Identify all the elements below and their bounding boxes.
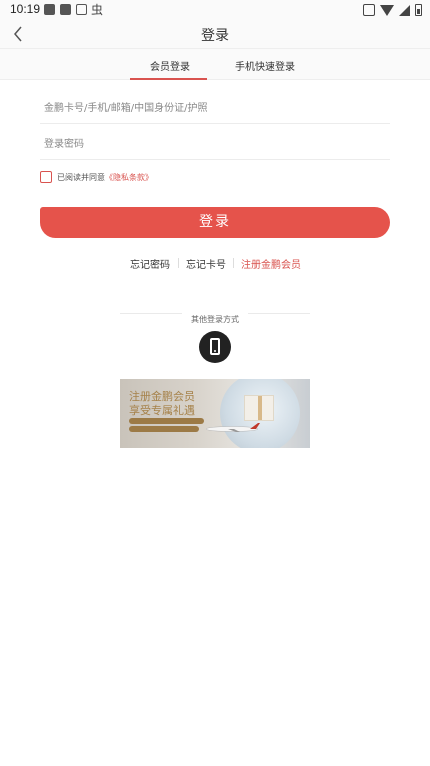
status-time: 10:19 <box>10 2 41 16</box>
divider <box>233 258 234 268</box>
forgot-password-link[interactable]: 忘记密码 <box>130 256 170 271</box>
phone-login-button[interactable] <box>199 331 231 363</box>
agreement-row: 已阅读并同意 《隐私条款》 <box>40 170 153 184</box>
privacy-policy-link[interactable]: 《隐私条款》 <box>105 172 153 183</box>
gift-box-image <box>244 395 274 421</box>
notification-icon <box>76 4 87 15</box>
navigation-bar: 登录 <box>0 20 430 48</box>
account-links: 忘记密码 忘记卡号 注册金鹏会员 <box>0 255 430 271</box>
status-indicators <box>363 3 422 17</box>
login-tabs: 会员登录 手机快速登录 <box>0 48 430 80</box>
wifi-icon <box>380 4 394 16</box>
account-input[interactable] <box>40 94 390 123</box>
notification-icon <box>60 4 71 15</box>
agree-label: 已阅读并同意 <box>57 172 105 182</box>
battery-icon <box>415 4 422 16</box>
airplane-image <box>205 423 260 432</box>
notification-glyph: 虫 <box>91 3 104 17</box>
password-field <box>40 130 390 160</box>
other-login-label: 其他登录方式 <box>191 315 239 324</box>
forgot-card-number-link[interactable]: 忘记卡号 <box>186 256 226 271</box>
vibrate-icon <box>363 4 375 16</box>
tab-member-login[interactable]: 会员登录 <box>150 58 190 73</box>
register-member-link[interactable]: 注册金鹏会员 <box>241 256 301 271</box>
banner-info-pill <box>129 426 199 432</box>
phone-icon <box>210 338 220 355</box>
divider <box>178 258 179 268</box>
password-input[interactable] <box>40 130 390 159</box>
tab-phone-quick-login[interactable]: 手机快速登录 <box>235 58 295 73</box>
active-tab-indicator <box>130 78 207 80</box>
account-field <box>40 94 390 124</box>
other-login-title: 其他登录方式 <box>120 307 310 324</box>
page-title: 登录 <box>201 28 229 44</box>
signal-icon <box>399 4 410 16</box>
agree-checkbox[interactable] <box>40 171 52 183</box>
banner-subheadline: 享受专属礼遇 <box>129 404 195 417</box>
status-bar: 10:19 虫 <box>0 0 430 20</box>
notification-icon <box>44 4 55 15</box>
banner-info-pill <box>129 418 204 424</box>
login-button[interactable]: 登录 <box>40 207 390 238</box>
promo-banner[interactable]: 注册金鹏会员 享受专属礼遇 <box>120 379 310 448</box>
